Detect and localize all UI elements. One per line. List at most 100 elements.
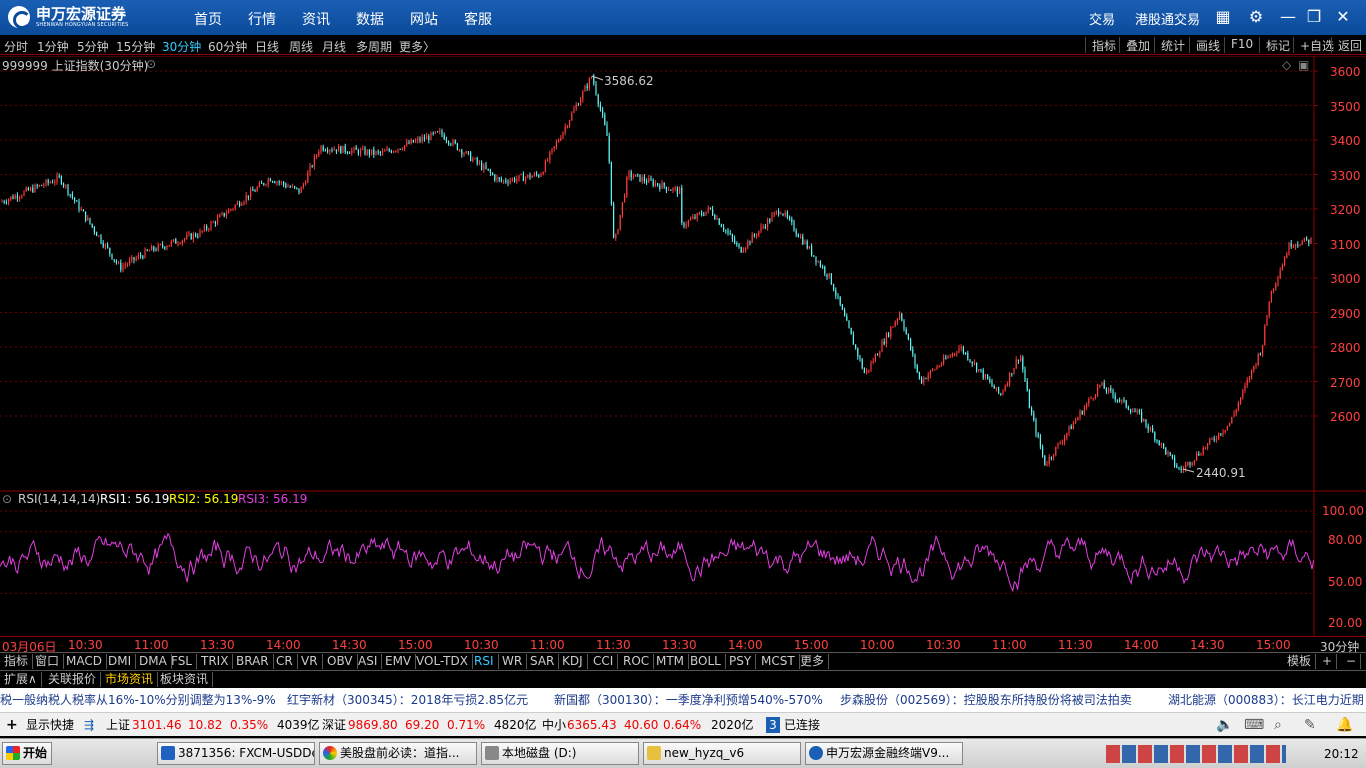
tool-add-watch[interactable]: +自选 (1293, 37, 1334, 53)
period-month[interactable]: 月线 (322, 38, 346, 55)
ext-related-quotes[interactable]: 关联报价 (44, 672, 102, 687)
nav-website[interactable]: 网站 (410, 9, 438, 29)
bell-icon[interactable]: 🔔 (1336, 713, 1353, 737)
nav-quotes[interactable]: 行情 (248, 9, 276, 29)
period-30min[interactable]: 30分钟 (162, 38, 201, 55)
chart-area[interactable]: 999999 上证指数(30分钟) ⊙ ◇ ▣ 3586.62 2440.91 … (0, 56, 1366, 636)
period-multi[interactable]: 多周期 (356, 38, 392, 55)
candle-body (65, 185, 67, 187)
plus-icon[interactable]: + (6, 713, 18, 737)
itab-more[interactable]: 更多 (796, 654, 830, 669)
tool-mark[interactable]: 标记 (1259, 37, 1290, 53)
task-terminal[interactable]: 申万宏源金融终端V9... (805, 742, 963, 765)
itab-window[interactable]: 窗口 (31, 654, 65, 669)
candle-body (386, 149, 388, 151)
itab-asi[interactable]: ASI (354, 654, 383, 669)
diamond-icon[interactable]: ◇ (1282, 58, 1291, 72)
candle-body (58, 175, 60, 177)
quick-show[interactable]: 显示快捷 (26, 713, 74, 737)
tool-indicator[interactable]: 指标 (1085, 37, 1116, 53)
start-button[interactable]: 开始 (2, 742, 52, 765)
task-fxcm[interactable]: 3871356: FXCM-USDDe... (157, 742, 315, 765)
itab-emv[interactable]: EMV (381, 654, 417, 669)
task-disk[interactable]: 本地磁盘 (D:) (481, 742, 639, 765)
itab-rsi[interactable]: RSI (470, 654, 499, 669)
itab-macd[interactable]: MACD (62, 654, 107, 669)
nav-news[interactable]: 资讯 (302, 9, 330, 29)
itab-trix[interactable]: TRIX (197, 654, 234, 669)
itab-psy[interactable]: PSY (725, 654, 757, 669)
ticker-item[interactable]: 湖北能源（000883）：长江电力近期 (1168, 688, 1364, 712)
ticker-item[interactable]: 步森股份（002569）：控股股东所持股份将被司法拍卖 (840, 688, 1132, 712)
tool-f10[interactable]: F10 (1224, 37, 1253, 53)
candle-body (483, 165, 485, 170)
itab-vol-tdx[interactable]: VOL-TDX (412, 654, 473, 669)
remove-panel-button[interactable]: − (1342, 654, 1362, 669)
kline-chart[interactable] (0, 56, 1366, 636)
keyboard-icon[interactable]: ⌨ (1244, 713, 1264, 737)
itab-fsl[interactable]: FSL (167, 654, 197, 669)
task-folder[interactable]: new_hyzq_v6 (643, 742, 801, 765)
itab-kdj[interactable]: KDJ (558, 654, 588, 669)
candle-body (520, 174, 522, 176)
itab-mtm[interactable]: MTM (652, 654, 690, 669)
ext-sector-news[interactable]: 板块资讯 (156, 672, 214, 687)
minimize-icon[interactable]: — (1279, 8, 1297, 26)
tool-stats[interactable]: 统计 (1154, 37, 1185, 53)
hk-connect-link[interactable]: 港股通交易 (1135, 9, 1200, 28)
nav-data[interactable]: 数据 (356, 9, 384, 29)
itab-mcst[interactable]: MCST (757, 654, 800, 669)
trade-link[interactable]: 交易 (1089, 9, 1115, 28)
itab-indicator[interactable]: 指标 (0, 654, 34, 669)
period-1min[interactable]: 1分钟 (37, 38, 69, 55)
period-more[interactable]: 更多〉 (399, 38, 435, 55)
sound-icon[interactable]: 🔈 (1216, 713, 1233, 737)
candle-body (786, 212, 788, 218)
tool-draw[interactable]: 画线 (1189, 37, 1220, 53)
itab-cr[interactable]: CR (272, 654, 298, 669)
itab-brar[interactable]: BRAR (232, 654, 274, 669)
tool-overlay[interactable]: 叠加 (1119, 37, 1150, 53)
gear-icon[interactable]: ⚙ (1247, 8, 1265, 26)
ticker-item[interactable]: 税一般纳税人税率从16%-10%分别调整为13%-9% (0, 688, 276, 712)
panel-icon[interactable]: ▣ (1298, 58, 1309, 72)
candle-body (628, 171, 630, 178)
ext-expand[interactable]: 扩展∧ (0, 672, 42, 687)
itab-wr[interactable]: WR (498, 654, 528, 669)
itab-sar[interactable]: SAR (526, 654, 560, 669)
itab-dmi[interactable]: DMI (104, 654, 137, 669)
itab-roc[interactable]: ROC (619, 654, 655, 669)
itab-vr[interactable]: VR (297, 654, 323, 669)
template-button[interactable]: 模板 (1283, 654, 1317, 669)
ext-market-news[interactable]: 市场资讯 (101, 672, 159, 687)
itab-obv[interactable]: OBV (323, 654, 358, 669)
ticker-item[interactable]: 红宇新材（300345）：2018年亏损2.85亿元 (287, 688, 528, 712)
period-60min[interactable]: 60分钟 (208, 38, 247, 55)
task-browser[interactable]: 美股盘前必读：道指... (319, 742, 477, 765)
news-ticker[interactable]: 税一般纳税人税率从16%-10%分别调整为13%-9% 红宇新材（300345）… (0, 688, 1366, 712)
candle-body (591, 76, 593, 79)
rsi-collapse-icon[interactable]: ⊙ (2, 492, 12, 506)
period-tick[interactable]: 分时 (4, 38, 28, 55)
itab-cci[interactable]: CCI (589, 654, 619, 669)
period-day[interactable]: 日线 (255, 38, 279, 55)
chevron-down-icon[interactable]: ⊙ (146, 57, 156, 71)
search-icon[interactable]: ⌕ (1274, 713, 1282, 737)
grid-icon[interactable]: ▦ (1214, 8, 1232, 26)
nav-service[interactable]: 客服 (464, 9, 492, 29)
system-tray-icons[interactable] (1106, 745, 1286, 763)
nav-home[interactable]: 首页 (194, 9, 222, 29)
connection-status[interactable]: 已连接 (784, 713, 820, 737)
add-panel-button[interactable]: + (1318, 654, 1338, 669)
close-icon[interactable]: ✕ (1334, 8, 1352, 26)
period-5min[interactable]: 5分钟 (77, 38, 109, 55)
tool-back[interactable]: 返回 (1331, 37, 1362, 53)
period-week[interactable]: 周线 (289, 38, 313, 55)
ticker-item[interactable]: 新国都（300130）：一季度净利预增540%-570% (554, 688, 823, 712)
restore-icon[interactable]: ❐ (1305, 8, 1323, 26)
period-15min[interactable]: 15分钟 (116, 38, 155, 55)
itab-boll[interactable]: BOLL (686, 654, 726, 669)
candle-body (958, 348, 960, 353)
candle-body (371, 149, 373, 155)
tools-icon[interactable]: ✎ (1304, 713, 1316, 737)
